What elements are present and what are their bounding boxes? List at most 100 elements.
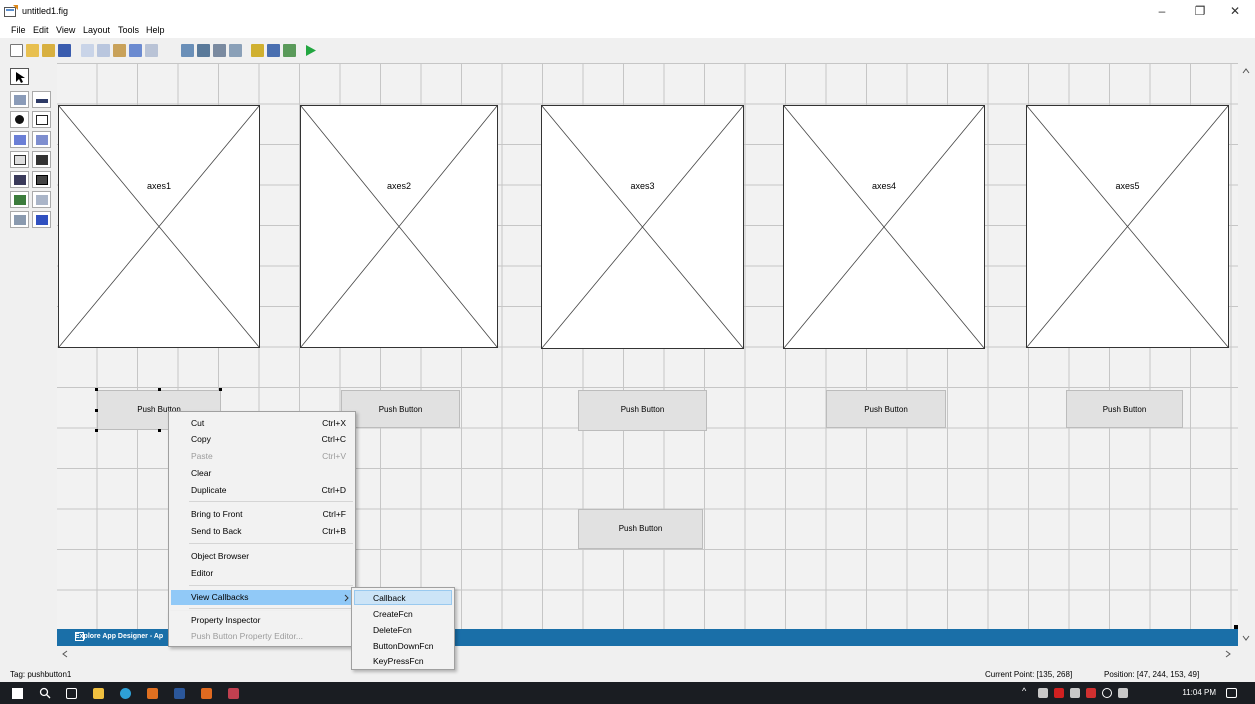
select-tool[interactable] xyxy=(10,68,29,85)
selection-handle[interactable] xyxy=(95,409,98,412)
chevron-left-icon[interactable] xyxy=(62,650,68,658)
buttongroup-tool[interactable] xyxy=(10,211,29,228)
tray-icon[interactable] xyxy=(1086,688,1096,698)
menu-help[interactable]: Help xyxy=(146,25,165,35)
chevron-up-icon[interactable] xyxy=(1242,68,1250,74)
close-button[interactable]: ✕ xyxy=(1220,3,1250,19)
pushbutton5[interactable]: Push Button xyxy=(1066,390,1183,428)
menu-item-cut[interactable]: Cut xyxy=(191,418,204,428)
submenu-item-keypressfcn[interactable]: KeyPressFcn xyxy=(373,656,424,666)
checkbox-tool[interactable] xyxy=(32,111,51,128)
tray-icon[interactable] xyxy=(1054,688,1064,698)
selection-handle[interactable] xyxy=(158,429,161,432)
statictext-tool[interactable] xyxy=(32,131,51,148)
vertical-scrollbar[interactable] xyxy=(1238,63,1255,646)
slider-tool[interactable] xyxy=(32,91,51,108)
menu-item-bring-to-front[interactable]: Bring to Front xyxy=(191,509,243,519)
menu-edit[interactable]: Edit xyxy=(33,25,49,35)
open-icon[interactable] xyxy=(26,44,39,57)
tray-chevron-icon[interactable]: ^ xyxy=(1022,686,1026,696)
menu-editor-icon[interactable] xyxy=(197,44,210,57)
popupmenu-tool[interactable] xyxy=(10,151,29,168)
submenu-item-callback[interactable]: Callback xyxy=(373,593,406,603)
chevron-right-icon[interactable] xyxy=(1225,650,1231,658)
radiobutton-tool[interactable] xyxy=(10,111,29,128)
menu-file[interactable]: File xyxy=(11,25,26,35)
expand-icon[interactable] xyxy=(75,632,84,641)
menu-item-duplicate[interactable]: Duplicate xyxy=(191,485,226,495)
menu-item-object-browser[interactable]: Object Browser xyxy=(191,551,249,561)
volume-icon[interactable] xyxy=(1118,688,1128,698)
menu-item-clear[interactable]: Clear xyxy=(191,468,211,478)
menu-item-view-callbacks[interactable]: View Callbacks xyxy=(191,592,248,602)
word-icon[interactable] xyxy=(174,688,185,699)
selection-handle[interactable] xyxy=(95,429,98,432)
listbox-tool[interactable] xyxy=(32,151,51,168)
submenu-item-buttondownfcn[interactable]: ButtonDownFcn xyxy=(373,641,433,651)
pushbutton3[interactable]: Push Button xyxy=(578,390,707,431)
selection-handle[interactable] xyxy=(219,388,222,391)
maximize-button[interactable]: ❐ xyxy=(1185,3,1215,19)
panel-tool[interactable] xyxy=(32,191,51,208)
pushbutton2[interactable]: Push Button xyxy=(341,390,460,428)
togglebutton-tool[interactable] xyxy=(10,171,29,188)
open-folder-icon[interactable] xyxy=(42,44,55,57)
submenu-item-deletefcn[interactable]: DeleteFcn xyxy=(373,625,412,635)
align-icon[interactable] xyxy=(181,44,194,57)
axes2[interactable]: axes2 xyxy=(300,105,498,348)
pushbutton6[interactable]: Push Button xyxy=(578,509,703,549)
matlab-icon[interactable] xyxy=(201,688,212,699)
file-explorer-icon[interactable] xyxy=(93,688,104,699)
search-icon[interactable] xyxy=(39,687,51,699)
selection-handle[interactable] xyxy=(158,388,161,391)
copy-icon[interactable] xyxy=(97,44,110,57)
battery-icon[interactable] xyxy=(1070,688,1080,698)
menu-view[interactable]: View xyxy=(56,25,75,35)
selection-handle[interactable] xyxy=(95,388,98,391)
property-inspector-icon[interactable] xyxy=(267,44,280,57)
tab-order-icon[interactable] xyxy=(213,44,226,57)
menu-item-copy[interactable]: Copy xyxy=(191,434,211,444)
pushbutton-tool[interactable] xyxy=(10,91,29,108)
vlc-icon[interactable] xyxy=(147,688,158,699)
menu-layout[interactable]: Layout xyxy=(83,25,110,35)
edge-icon[interactable] xyxy=(120,688,131,699)
taskbar-clock[interactable]: 11:04 PM xyxy=(1182,688,1216,697)
chevron-down-icon[interactable] xyxy=(1242,635,1250,641)
toolbar-editor-icon[interactable] xyxy=(229,44,242,57)
undo-icon[interactable] xyxy=(129,44,142,57)
editor-icon[interactable] xyxy=(251,44,264,57)
axes-tool[interactable] xyxy=(10,191,29,208)
new-icon[interactable] xyxy=(10,44,23,57)
menu-item-paste: Paste xyxy=(191,451,213,461)
activex-tool[interactable] xyxy=(32,211,51,228)
object-browser-icon[interactable] xyxy=(283,44,296,57)
axes3[interactable]: axes3 xyxy=(541,105,744,349)
run-icon[interactable] xyxy=(305,44,317,57)
horizontal-scrollbar[interactable] xyxy=(57,646,1238,660)
app-icon[interactable] xyxy=(228,688,239,699)
shortcut-bring-to-front: Ctrl+F xyxy=(322,509,346,519)
axes1[interactable]: axes1 xyxy=(58,105,260,348)
paste-icon[interactable] xyxy=(113,44,126,57)
axes4[interactable]: axes4 xyxy=(783,105,985,349)
tray-icon[interactable] xyxy=(1038,688,1048,698)
submenu-item-createfcn[interactable]: CreateFcn xyxy=(373,609,413,619)
menu-item-property-inspector[interactable]: Property Inspector xyxy=(191,615,260,625)
menu-item-send-to-back[interactable]: Send to Back xyxy=(191,526,242,536)
cut-icon[interactable] xyxy=(81,44,94,57)
windows-start-icon[interactable] xyxy=(12,688,23,699)
task-view-icon[interactable] xyxy=(66,688,77,699)
banner-text[interactable]: Explore App Designer - Ap xyxy=(75,633,163,640)
pushbutton4[interactable]: Push Button xyxy=(826,390,946,428)
notification-icon[interactable] xyxy=(1226,688,1237,698)
save-icon[interactable] xyxy=(58,44,71,57)
menu-tools[interactable]: Tools xyxy=(118,25,139,35)
minimize-button[interactable]: – xyxy=(1147,3,1177,19)
axes5[interactable]: axes5 xyxy=(1026,105,1229,348)
table-tool[interactable] xyxy=(32,171,51,188)
edittext-tool[interactable] xyxy=(10,131,29,148)
redo-icon[interactable] xyxy=(145,44,158,57)
menu-item-editor[interactable]: Editor xyxy=(191,568,213,578)
network-icon[interactable] xyxy=(1102,688,1112,698)
